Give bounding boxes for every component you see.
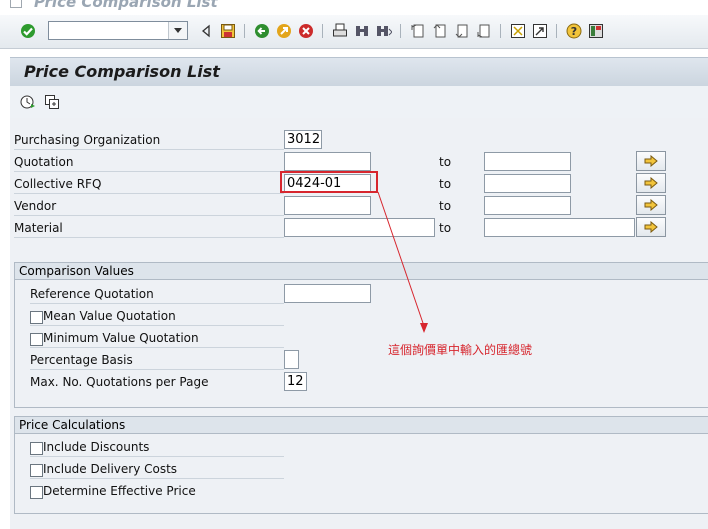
exit-icon[interactable] (276, 23, 292, 39)
mean-value-quotation-checkbox[interactable] (30, 311, 43, 324)
vendor-to-field[interactable] (484, 196, 571, 215)
application-toolbar (10, 86, 708, 118)
include-delivery-costs-label: Include Delivery Costs (43, 462, 178, 476)
include-discounts-label: Include Discounts (43, 440, 150, 454)
next-page-icon[interactable] (454, 23, 470, 39)
page-title: Price Comparison List (24, 62, 220, 81)
minimum-value-quotation-label: Minimum Value Quotation (43, 331, 199, 345)
percentage-basis-label: Percentage Basis (30, 353, 133, 367)
price-calculations-header: Price Calculations (15, 417, 708, 434)
determine-effective-price-checkbox[interactable] (30, 486, 43, 499)
execute-icon[interactable] (20, 94, 36, 110)
price-calculations-group: Price Calculations Include Discounts Inc… (14, 416, 708, 514)
collective-rfq-multiple-selection-button[interactable] (636, 173, 666, 193)
annotation-note: 這個詢價單中輸入的匯總號 (388, 343, 533, 357)
collective-rfq-label: Collective RFQ (14, 177, 102, 191)
vendor-multiple-selection-button[interactable] (636, 195, 666, 215)
max-quotations-label: Max. No. Quotations per Page (30, 375, 209, 389)
determine-effective-price-label: Determine Effective Price (43, 484, 196, 498)
quotation-to-field[interactable] (484, 152, 571, 171)
print-icon[interactable] (332, 23, 348, 39)
chevron-down-icon[interactable] (168, 22, 187, 39)
page-title-bar: Price Comparison List (10, 57, 708, 87)
layout-menu-icon[interactable] (588, 23, 604, 39)
command-field[interactable] (48, 21, 188, 40)
find-next-icon[interactable] (376, 23, 392, 39)
quotation-multiple-selection-button[interactable] (636, 151, 666, 171)
max-quotations-field[interactable]: 12 (284, 372, 307, 391)
quotation-to-label: to (439, 155, 452, 169)
arrow-right-icon (644, 155, 658, 167)
cancel-icon[interactable] (298, 23, 314, 39)
last-page-icon[interactable] (476, 23, 492, 39)
material-multiple-selection-button[interactable] (636, 217, 666, 237)
purchasing-organization-field[interactable]: 3012 (284, 130, 322, 149)
price-calculations-title: Price Calculations (19, 418, 126, 432)
collective-rfq-to-label: to (439, 177, 452, 191)
comparison-values-header: Comparison Values (15, 263, 708, 280)
first-page-icon[interactable] (410, 23, 426, 39)
mean-value-quotation-label: Mean Value Quotation (43, 309, 176, 323)
reference-quotation-label: Reference Quotation (30, 287, 154, 301)
arrow-right-icon (644, 199, 658, 211)
enter-check-icon[interactable] (20, 23, 36, 39)
minimum-value-quotation-checkbox[interactable] (30, 333, 43, 346)
material-to-label: to (439, 221, 452, 235)
collective-rfq-to-field[interactable] (484, 174, 571, 193)
collective-rfq-highlight-box (280, 171, 378, 193)
arrow-right-icon (644, 221, 658, 233)
include-discounts-checkbox[interactable] (30, 442, 43, 455)
reference-quotation-field[interactable] (284, 284, 371, 303)
percentage-basis-field[interactable] (284, 350, 299, 369)
material-from-field[interactable] (284, 218, 435, 237)
window-title: Price Comparison List (34, 0, 218, 11)
back-icon[interactable] (254, 23, 270, 39)
quotation-from-field[interactable] (284, 152, 371, 171)
triangle-left-icon[interactable] (198, 23, 214, 39)
vendor-from-field[interactable] (284, 196, 371, 215)
previous-page-icon[interactable] (432, 23, 448, 39)
arrow-right-icon (644, 177, 658, 189)
vendor-to-label: to (439, 199, 452, 213)
get-variant-icon[interactable] (44, 94, 60, 110)
quotation-label: Quotation (14, 155, 74, 169)
standard-toolbar: ? (0, 15, 708, 49)
material-to-field[interactable] (484, 218, 635, 237)
create-session-icon[interactable] (510, 23, 526, 39)
include-delivery-costs-checkbox[interactable] (30, 464, 43, 477)
save-icon[interactable] (220, 23, 236, 39)
comparison-values-title: Comparison Values (19, 264, 134, 278)
material-label: Material (14, 221, 63, 235)
document-icon (10, 0, 22, 8)
svg-text:?: ? (571, 25, 577, 38)
window-title-bar: Price Comparison List (0, 0, 708, 14)
find-icon[interactable] (354, 23, 370, 39)
vendor-label: Vendor (14, 199, 57, 213)
purchasing-organization-label: Purchasing Organization (14, 133, 161, 147)
shortcut-icon[interactable] (532, 23, 548, 39)
comparison-values-group: Comparison Values Reference Quotation Me… (14, 262, 708, 408)
help-icon[interactable]: ? (566, 23, 582, 39)
